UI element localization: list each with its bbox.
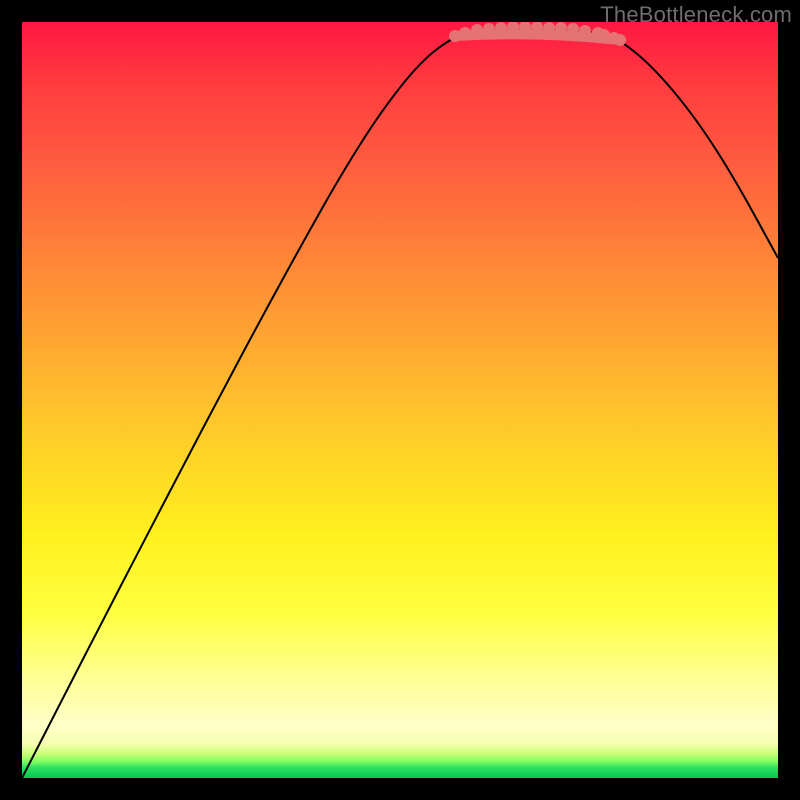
watermark-text: TheBottleneck.com xyxy=(600,2,792,28)
flat-segment-dot xyxy=(567,23,579,35)
flat-segment-dot xyxy=(471,24,483,36)
curve-group xyxy=(22,27,778,778)
flat-segment-dot xyxy=(555,22,567,34)
flat-segment-dot xyxy=(614,34,626,46)
chart-plot-area xyxy=(22,22,778,778)
flat-segment-dot xyxy=(495,22,507,34)
bottleneck-curve-path xyxy=(22,27,778,778)
flat-segment-dot xyxy=(483,23,495,35)
chart-frame: TheBottleneck.com xyxy=(0,0,800,800)
flat-segment-dot xyxy=(543,22,555,34)
chart-svg xyxy=(22,22,778,778)
flat-segment-dot xyxy=(579,25,591,37)
flat-segment-dot xyxy=(459,27,471,39)
